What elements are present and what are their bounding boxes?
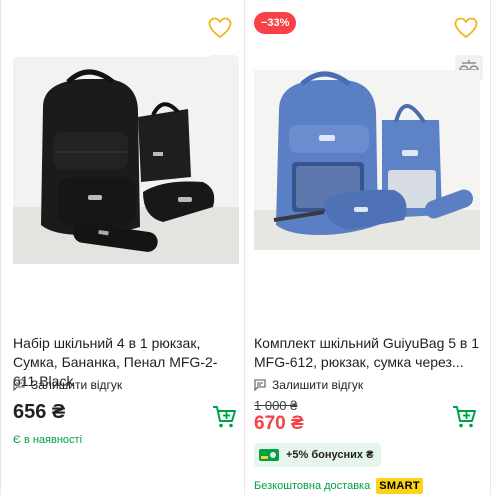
delivery-text: Безкоштовна доставка xyxy=(254,480,371,492)
free-delivery: Безкоштовна доставка SMART xyxy=(254,478,423,494)
product-image[interactable] xyxy=(254,70,480,250)
product-card[interactable]: Набір шкільний 4 в 1 рюкзак, Сумка, Бана… xyxy=(0,0,245,495)
price: 656 ₴ xyxy=(13,401,66,423)
price: 670 ₴ xyxy=(254,413,304,434)
availability-status: Є в наявності xyxy=(13,434,83,446)
comment-icon xyxy=(13,379,25,391)
review-label: Залишити відгук xyxy=(31,378,123,392)
product-title[interactable]: Комплект шкільний GuiyuBag 5 в 1 MFG-612… xyxy=(254,334,480,372)
bonus-badge: +5% бонусних ₴ xyxy=(254,443,382,467)
product-image[interactable] xyxy=(13,57,239,264)
product-card[interactable]: −33% Комплект шкільний GuiyuBag 5 в 1 MF… xyxy=(245,0,491,495)
bonus-card-icon xyxy=(259,449,279,461)
heart-icon[interactable] xyxy=(454,17,478,39)
cart-icon[interactable] xyxy=(211,404,237,430)
cart-icon[interactable] xyxy=(451,404,477,430)
review-label: Залишити відгук xyxy=(272,378,364,392)
comment-icon xyxy=(254,379,266,391)
leave-review-link[interactable]: Залишити відгук xyxy=(254,378,363,392)
old-price: 1 000 ₴ xyxy=(254,398,298,413)
leave-review-link[interactable]: Залишити відгук xyxy=(13,378,122,392)
smart-badge: SMART xyxy=(376,478,423,494)
discount-badge: −33% xyxy=(254,12,297,34)
heart-icon[interactable] xyxy=(208,17,232,39)
bonus-text: +5% бонусних ₴ xyxy=(286,449,374,461)
